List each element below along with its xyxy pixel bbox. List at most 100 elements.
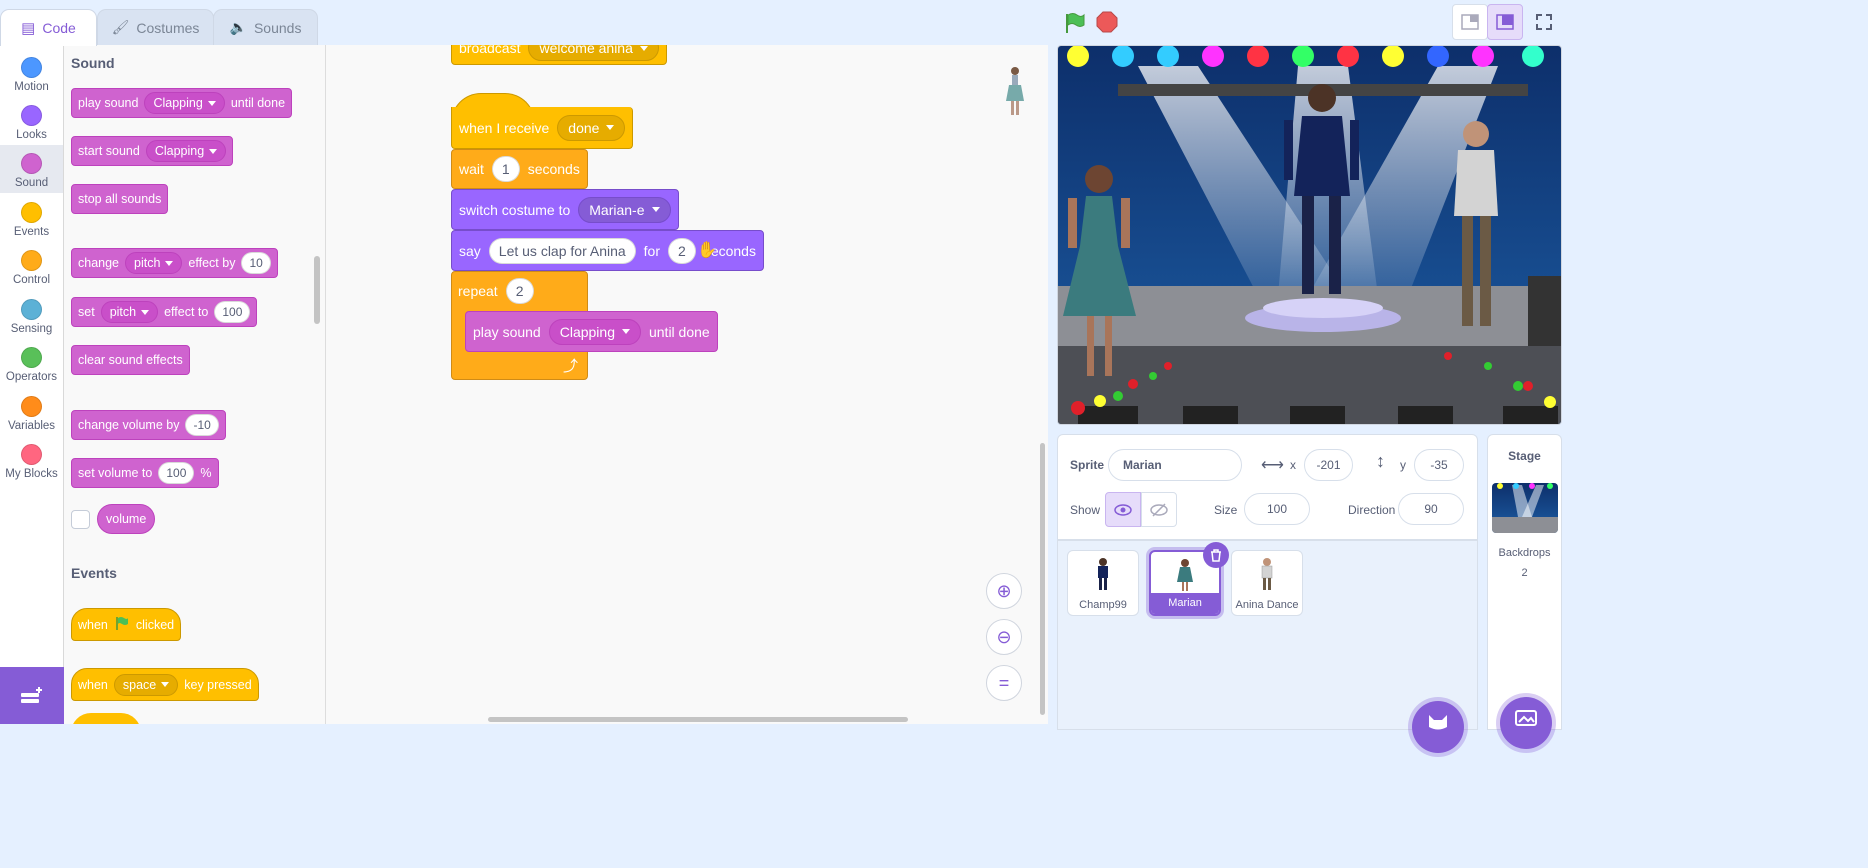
category-my-blocks[interactable]: My Blocks	[0, 436, 63, 484]
wait-block[interactable]: wait 1 seconds	[451, 149, 588, 189]
number-input[interactable]: -10	[185, 414, 219, 436]
block-clear-sound-effects[interactable]: clear sound effects	[71, 345, 190, 375]
message-dropdown[interactable]: welcome anina	[528, 45, 659, 61]
sprite-name-input[interactable]: Marian	[1108, 449, 1242, 481]
workspace-h-scrollbar[interactable]	[488, 717, 908, 722]
category-label: Sound	[14, 177, 49, 189]
block-text: switch costume to	[459, 201, 571, 218]
choose-backdrop-button[interactable]	[1500, 697, 1552, 749]
y-input[interactable]: -35	[1414, 449, 1464, 481]
chevron-down-icon	[639, 45, 648, 51]
block-text: repeat	[458, 283, 498, 299]
large-stage-button[interactable]	[1487, 4, 1523, 40]
block-change-volume[interactable]: change volume by -10	[71, 410, 226, 440]
category-events[interactable]: Events	[0, 194, 63, 242]
effect-dropdown[interactable]: pitch	[125, 252, 183, 274]
number-input[interactable]: 1	[491, 156, 520, 182]
broadcast-block[interactable]: broadcast welcome anina	[451, 45, 667, 65]
hand-cursor-icon: ✋	[697, 242, 717, 259]
play-sound-block[interactable]: play sound Clapping until done	[465, 311, 718, 352]
sound-dropdown[interactable]: Clapping	[145, 140, 227, 162]
block-start-sound[interactable]: start sound Clapping	[71, 136, 234, 166]
sprite-thumbnail	[1177, 559, 1193, 591]
sound-dropdown[interactable]: Clapping	[548, 318, 641, 345]
category-sound[interactable]: Sound	[0, 145, 63, 193]
switch-costume-block[interactable]: switch costume to Marian-e	[451, 189, 679, 230]
backdrop-thumbnail	[1492, 483, 1558, 533]
number-input[interactable]: 100	[158, 462, 195, 484]
sprite-tile-champ99[interactable]: Champ99	[1067, 550, 1139, 616]
key-dropdown[interactable]: space	[113, 673, 179, 696]
block-play-sound-until-done[interactable]: play sound Clapping until done	[71, 88, 293, 118]
stage-panel[interactable]: Stage Backdrops 2	[1487, 434, 1562, 749]
choose-sprite-button[interactable]	[1412, 701, 1464, 753]
workspace-v-scrollbar[interactable]	[1040, 443, 1045, 715]
category-motion[interactable]: Motion	[0, 49, 63, 97]
category-operators[interactable]: Operators	[0, 339, 63, 387]
show-hidden-button[interactable]	[1141, 492, 1177, 527]
say-for-secs-block[interactable]: say Let us clap for Anina for 2 seconds	[451, 230, 764, 271]
block-set-effect[interactable]: set pitch effect to 100	[71, 297, 258, 327]
tab-sounds[interactable]: 🔈 Sounds	[213, 9, 318, 45]
sprite-tile-anina-dance[interactable]: Anina Dance	[1231, 550, 1303, 616]
repeat-arrow-icon: ⤴	[563, 358, 579, 375]
number-input[interactable]: 10	[241, 252, 271, 274]
tab-costumes[interactable]: 🖌 Costumes	[97, 9, 214, 45]
tab-code[interactable]: ▤ Code	[0, 9, 97, 46]
category-label: Variables	[7, 420, 56, 432]
eye-slash-icon	[1150, 502, 1168, 517]
block-stop-all-sounds[interactable]: stop all sounds	[71, 184, 169, 214]
size-input[interactable]: 100	[1244, 493, 1310, 525]
small-stage-button[interactable]	[1452, 4, 1488, 40]
add-extension-button[interactable]	[0, 667, 64, 724]
block-text: play sound	[473, 323, 541, 340]
direction-input[interactable]: 90	[1398, 493, 1464, 525]
number-input[interactable]: 2	[668, 237, 696, 264]
dropdown-value: done	[568, 119, 600, 136]
text-input[interactable]: Let us clap for Anina	[488, 237, 636, 264]
category-label: Events	[13, 226, 50, 238]
sound-dropdown[interactable]: Clapping	[144, 92, 225, 114]
show-visible-button[interactable]	[1105, 492, 1141, 527]
category-variables[interactable]: Variables	[0, 388, 63, 436]
zoom-out-button[interactable]: ⊖	[986, 619, 1022, 655]
fullscreen-icon[interactable]	[1526, 4, 1562, 40]
block-change-effect[interactable]: change pitch effect by 10	[71, 248, 278, 278]
block-text: play sound	[78, 96, 139, 110]
dropdown-value: pitch	[134, 256, 161, 270]
palette-scrollbar[interactable]	[314, 256, 320, 324]
zoom-reset-button[interactable]: =	[986, 665, 1022, 701]
block-text: change volume by	[78, 418, 180, 432]
stage-backdrop	[1058, 46, 1561, 424]
block-text: key pressed	[184, 677, 252, 692]
x-input[interactable]: -201	[1304, 449, 1353, 481]
delete-sprite-button[interactable]	[1203, 542, 1229, 568]
green-flag-icon[interactable]	[1062, 11, 1086, 35]
sprite-thumbnail	[1098, 558, 1108, 590]
number-input[interactable]: 2	[505, 278, 534, 304]
block-text: seconds	[527, 161, 580, 177]
block-when-flag-clicked[interactable]: when clicked	[71, 608, 182, 641]
when-i-receive-block[interactable]: when I receive done	[451, 107, 634, 149]
message-dropdown[interactable]: done	[557, 114, 626, 141]
zoom-in-button[interactable]: ⊕	[986, 573, 1022, 609]
number-input[interactable]: 100	[214, 301, 251, 323]
volume-checkbox[interactable]	[71, 510, 90, 529]
category-sensing[interactable]: Sensing	[0, 291, 63, 339]
show-label: Show	[1070, 503, 1101, 517]
block-text: volume	[106, 512, 147, 526]
block-set-volume[interactable]: set volume to 100 %	[71, 458, 219, 488]
effect-dropdown[interactable]: pitch	[100, 301, 159, 323]
block-when-key-pressed[interactable]: when space key pressed	[71, 668, 259, 701]
costume-dropdown[interactable]: Marian-e	[578, 196, 671, 223]
sprite-thumbnail	[1000, 65, 1030, 117]
stage-canvas[interactable]	[1057, 45, 1562, 425]
block-volume-reporter[interactable]: volume	[97, 504, 156, 534]
stop-icon[interactable]	[1096, 11, 1118, 33]
category-control[interactable]: Control	[0, 242, 63, 290]
category-looks[interactable]: Looks	[0, 97, 63, 145]
speaker-icon: 🔈	[229, 19, 247, 35]
motion-dot	[21, 57, 42, 78]
script-workspace[interactable]: broadcast welcome anina when I receive d…	[326, 45, 1048, 724]
dropdown-value: Clapping	[154, 144, 205, 158]
